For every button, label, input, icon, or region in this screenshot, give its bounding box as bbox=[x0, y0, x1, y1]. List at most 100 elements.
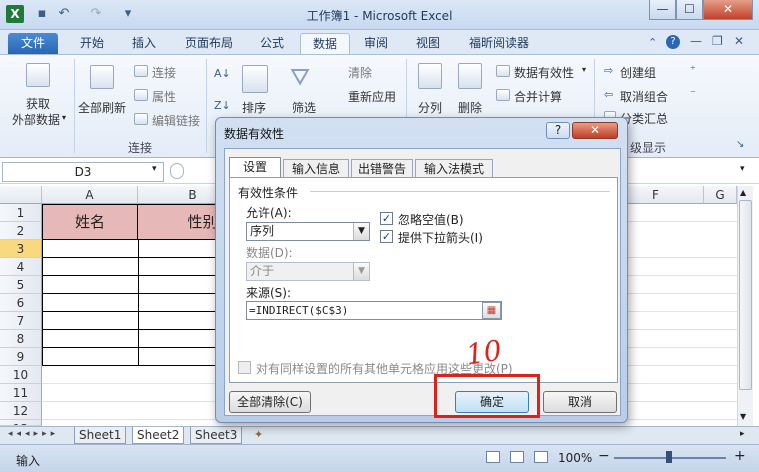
insert-sheet-icon[interactable]: ✦ bbox=[254, 428, 263, 441]
sort-az-icon[interactable]: A↓ bbox=[214, 67, 231, 80]
page-break-view-icon[interactable] bbox=[534, 451, 548, 463]
header-cell-name[interactable]: 姓名 bbox=[42, 204, 138, 240]
row-header[interactable]: 6 bbox=[0, 294, 42, 312]
workbook-restore-icon[interactable]: ❐ bbox=[712, 34, 723, 48]
name-box-chevron-icon[interactable]: ▾ bbox=[152, 164, 157, 174]
dialog-launcher-icon[interactable]: ↘ bbox=[736, 139, 744, 150]
vertical-scrollbar[interactable]: ▲ ▼ bbox=[737, 186, 753, 426]
edit-links-button[interactable]: 编辑链接 bbox=[152, 112, 200, 129]
tab-view[interactable]: 视图 bbox=[408, 33, 448, 54]
ignore-blank-checkbox[interactable]: ✓ bbox=[380, 212, 393, 225]
row-header[interactable]: 12 bbox=[0, 402, 42, 420]
dialog-tab-ime-mode[interactable]: 输入法模式 bbox=[415, 159, 493, 179]
refresh-all-icon bbox=[90, 65, 114, 89]
tab-page-layout[interactable]: 页面布局 bbox=[176, 33, 242, 54]
ignore-blank-label[interactable]: 忽略空值(B) bbox=[398, 211, 464, 228]
allow-select[interactable]: 序列 ▼ bbox=[246, 222, 370, 241]
filter-button[interactable]: 筛选 bbox=[292, 99, 316, 116]
zoom-level[interactable]: 100% bbox=[558, 451, 592, 465]
tab-insert[interactable]: 插入 bbox=[122, 33, 166, 54]
clear-all-button[interactable]: 全部清除(C) bbox=[229, 391, 311, 413]
zoom-out-icon[interactable]: − bbox=[598, 448, 610, 464]
row-header[interactable]: 1 bbox=[0, 204, 42, 222]
consolidate-icon bbox=[496, 89, 510, 101]
data-select: 介于 ▼ bbox=[246, 262, 370, 281]
show-detail-icon[interactable]: ⁺ bbox=[690, 63, 696, 76]
workbook-minimize-icon[interactable]: — bbox=[690, 34, 702, 48]
row-header[interactable]: 2 bbox=[0, 222, 42, 240]
dialog-tab-error-alert[interactable]: 出错警告 bbox=[351, 159, 413, 179]
row-header[interactable]: 8 bbox=[0, 330, 42, 348]
scroll-down-icon[interactable]: ▼ bbox=[740, 412, 746, 421]
page-layout-view-icon[interactable] bbox=[510, 451, 524, 463]
group-button[interactable]: 创建组 bbox=[620, 64, 656, 81]
scroll-up-icon[interactable]: ▲ bbox=[740, 188, 746, 197]
get-external-data-label-2[interactable]: 外部数据 bbox=[12, 111, 60, 128]
row-header[interactable]: 11 bbox=[0, 384, 42, 402]
tab-foxit-reader[interactable]: 福昕阅读器 bbox=[460, 33, 538, 54]
get-external-data-label-1[interactable]: 获取 bbox=[26, 95, 50, 112]
group-label-outline: 级显示 bbox=[630, 141, 667, 155]
minimize-ribbon-icon[interactable]: ⌃ bbox=[648, 36, 657, 49]
sort-za-icon[interactable]: Z↓ bbox=[214, 99, 231, 112]
group-separator bbox=[206, 59, 207, 153]
connections-button[interactable]: 连接 bbox=[152, 64, 176, 81]
dropdown-arrow-checkbox[interactable]: ✓ bbox=[380, 230, 393, 243]
remove-duplicates-button[interactable]: 删除 bbox=[458, 99, 482, 116]
tab-review[interactable]: 审阅 bbox=[356, 33, 396, 54]
range-picker-icon[interactable]: ▦ bbox=[482, 302, 501, 319]
dropdown-arrow-label[interactable]: 提供下拉箭头(I) bbox=[398, 229, 483, 246]
row-header[interactable]: 9 bbox=[0, 348, 42, 366]
properties-button[interactable]: 属性 bbox=[152, 88, 176, 105]
zoom-slider-thumb[interactable] bbox=[666, 451, 672, 463]
hide-detail-icon[interactable]: ⁻ bbox=[690, 87, 696, 100]
ungroup-button[interactable]: 取消组合 bbox=[620, 88, 668, 105]
tab-file[interactable]: 文件 bbox=[8, 33, 58, 54]
name-box[interactable]: D3 bbox=[2, 162, 164, 182]
scroll-thumb[interactable] bbox=[739, 200, 752, 390]
workbook-close-icon[interactable]: ✕ bbox=[734, 34, 744, 48]
row-header[interactable]: 4 bbox=[0, 258, 42, 276]
sheet-tab-sheet3[interactable]: Sheet3 bbox=[190, 427, 243, 444]
sheet-tab-sheet1[interactable]: Sheet1 bbox=[74, 427, 127, 444]
dialog-tab-settings[interactable]: 设置 bbox=[229, 157, 281, 178]
hscroll-right-icon[interactable]: ▸ bbox=[740, 429, 745, 439]
chevron-down-icon[interactable]: ▼ bbox=[353, 223, 369, 240]
text-to-columns-button[interactable]: 分列 bbox=[418, 99, 442, 116]
close-button[interactable]: ✕ bbox=[703, 0, 753, 20]
sort-dialog-icon bbox=[242, 65, 268, 93]
dialog-tab-input-message[interactable]: 输入信息 bbox=[283, 159, 349, 179]
column-header-g[interactable]: G bbox=[704, 186, 737, 204]
refresh-all-button[interactable]: 全部刷新 bbox=[78, 99, 126, 116]
tab-data[interactable]: 数据 bbox=[300, 33, 350, 55]
tab-home[interactable]: 开始 bbox=[70, 33, 114, 54]
column-header-a[interactable]: A bbox=[42, 186, 138, 204]
source-input[interactable]: =INDIRECT($C$3) bbox=[246, 301, 502, 320]
zoom-in-icon[interactable]: + bbox=[734, 448, 746, 464]
tab-formulas[interactable]: 公式 bbox=[252, 33, 292, 54]
row-header[interactable]: 10 bbox=[0, 366, 42, 384]
dialog-help-button[interactable]: ? bbox=[546, 122, 570, 139]
reapply-button[interactable]: 重新应用 bbox=[348, 88, 396, 105]
data-validation-button[interactable]: 数据有效性 bbox=[514, 64, 574, 81]
dialog-close-button[interactable]: ✕ bbox=[572, 122, 618, 139]
ungroup-icon: ⇦ bbox=[604, 88, 614, 101]
row-header[interactable]: 7 bbox=[0, 312, 42, 330]
cancel-button[interactable]: 取消 bbox=[543, 391, 617, 413]
expand-formula-icon[interactable] bbox=[170, 163, 184, 179]
help-icon[interactable]: ? bbox=[666, 35, 680, 49]
sort-button[interactable]: 排序 bbox=[242, 99, 266, 116]
chevron-down-icon: ▾ bbox=[62, 113, 67, 122]
formula-expand-chevron-icon[interactable]: ▾ bbox=[740, 164, 745, 174]
clear-button[interactable]: 清除 bbox=[348, 64, 372, 81]
consolidate-button[interactable]: 合并计算 bbox=[514, 88, 562, 105]
normal-view-icon[interactable] bbox=[486, 451, 500, 463]
row-header[interactable]: 5 bbox=[0, 276, 42, 294]
maximize-button[interactable]: ☐ bbox=[676, 0, 703, 20]
minimize-button[interactable]: — bbox=[649, 0, 676, 20]
sheet-tab-sheet2[interactable]: Sheet2 bbox=[132, 427, 185, 444]
edit-links-icon bbox=[134, 113, 148, 125]
row-header[interactable]: 3 bbox=[0, 240, 42, 258]
select-all-corner[interactable] bbox=[0, 186, 42, 204]
sheet-nav-icon[interactable]: ◂◂◂▸▸▸ bbox=[8, 429, 59, 439]
